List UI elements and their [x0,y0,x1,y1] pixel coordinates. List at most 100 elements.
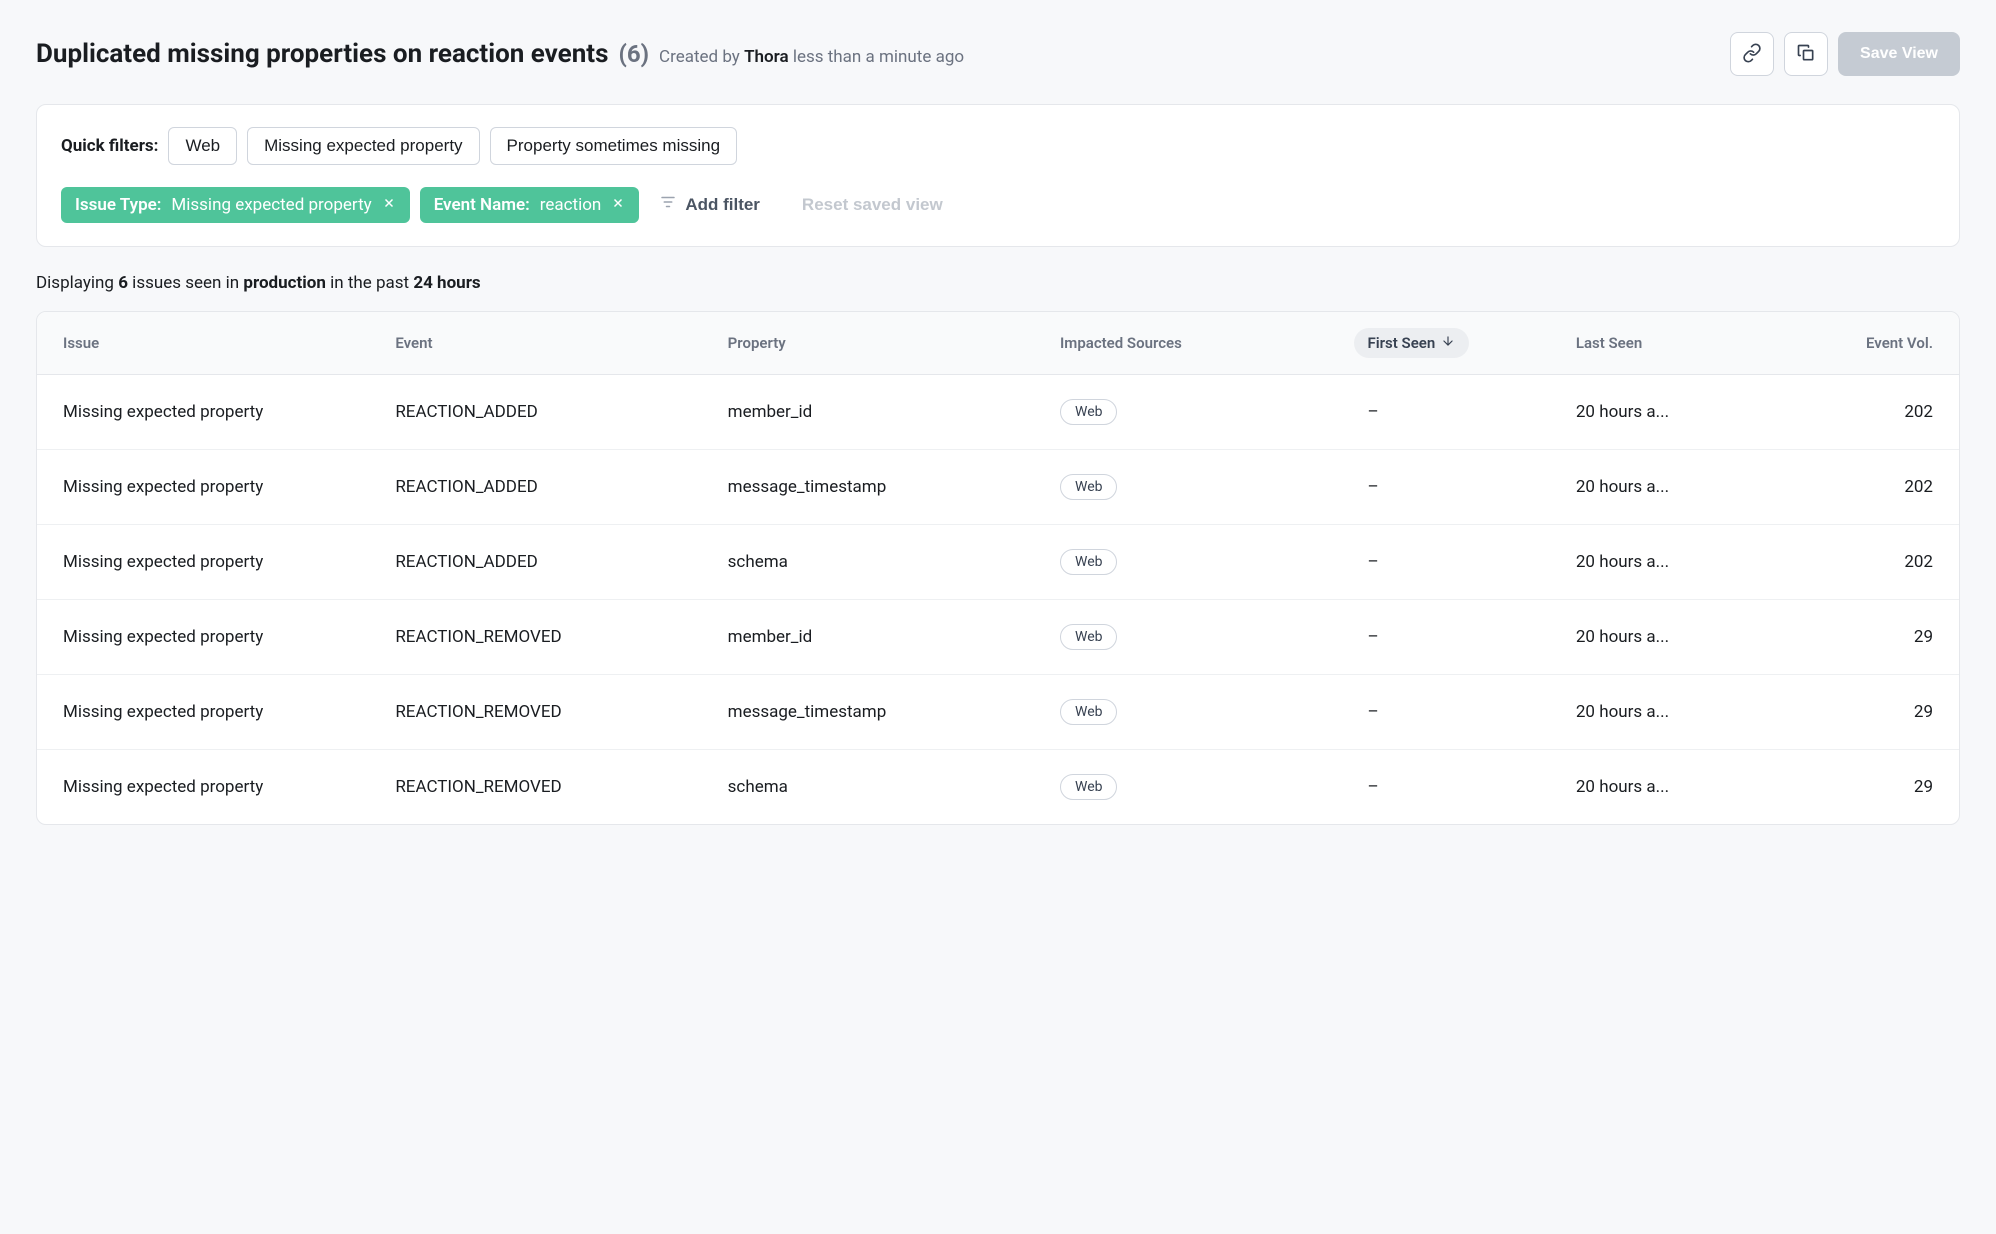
cell-last-seen: 20 hours a... [1576,777,1774,797]
cell-issue: Missing expected property [63,402,385,422]
filters-card: Quick filters: Web Missing expected prop… [36,104,1960,247]
quick-filters-row: Quick filters: Web Missing expected prop… [61,127,1935,165]
col-event[interactable]: Event [395,334,717,352]
cell-vol: 29 [1784,702,1933,722]
copy-icon [1796,43,1816,66]
copy-link-button[interactable] [1730,32,1774,76]
quick-filter-web[interactable]: Web [168,127,237,165]
close-icon [611,195,625,215]
add-filter-label: Add filter [685,195,760,215]
cell-source: Web [1060,474,1358,500]
sort-pill[interactable]: First Seen [1354,328,1470,358]
cell-property: message_timestamp [728,477,1050,497]
summary-env: production [243,273,325,293]
cell-last-seen: 20 hours a... [1576,627,1774,647]
created-prefix: Created by [659,47,744,67]
cell-issue: Missing expected property [63,627,385,647]
cell-last-seen: 20 hours a... [1576,702,1774,722]
duplicate-button[interactable] [1784,32,1828,76]
cell-issue: Missing expected property [63,777,385,797]
cell-vol: 29 [1784,777,1933,797]
chip-value: Missing expected property [171,195,371,215]
source-pill: Web [1060,549,1118,575]
cell-event: REACTION_ADDED [395,402,717,422]
source-pill: Web [1060,774,1118,800]
table-header: Issue Event Property Impacted Sources Fi… [37,312,1959,375]
arrow-down-icon [1441,334,1455,352]
page-header: Duplicated missing properties on reactio… [36,32,1960,76]
cell-source: Web [1060,774,1358,800]
table-row[interactable]: Missing expected property REACTION_REMOVE… [37,600,1959,675]
col-first-seen-label: First Seen [1368,334,1436,352]
reset-saved-view-button[interactable]: Reset saved view [792,187,953,223]
quick-filter-sometimes-missing[interactable]: Property sometimes missing [490,127,738,165]
cell-property: member_id [728,402,1050,422]
chip-value: reaction [540,195,602,215]
cell-first-seen: – [1368,702,1566,722]
author-name: Thora [744,47,789,67]
cell-first-seen: – [1368,552,1566,572]
source-pill: Web [1060,399,1118,425]
table-row[interactable]: Missing expected property REACTION_ADDED m… [37,375,1959,450]
col-issue[interactable]: Issue [63,334,385,352]
save-view-button[interactable]: Save View [1838,32,1960,76]
created-suffix: less than a minute ago [789,47,964,67]
active-filters-row: Issue Type: Missing expected property Ev… [61,185,1935,224]
chip-remove[interactable] [611,195,625,215]
col-impacted-sources[interactable]: Impacted Sources [1060,334,1358,352]
table-row[interactable]: Missing expected property REACTION_REMOVE… [37,675,1959,750]
cell-first-seen: – [1368,402,1566,422]
quick-filter-missing-property[interactable]: Missing expected property [247,127,479,165]
filter-chip-event-name[interactable]: Event Name: reaction [420,187,640,223]
cell-vol: 202 [1784,402,1933,422]
cell-event: REACTION_REMOVED [395,702,717,722]
quick-filters-label: Quick filters: [61,136,158,156]
filter-chip-issue-type[interactable]: Issue Type: Missing expected property [61,187,410,223]
chip-label: Event Name: [434,195,530,215]
cell-source: Web [1060,399,1358,425]
cell-last-seen: 20 hours a... [1576,552,1774,572]
cell-event: REACTION_ADDED [395,477,717,497]
page-title: Duplicated missing properties on reactio… [36,39,608,69]
summary-count: 6 [118,273,128,293]
cell-property: member_id [728,627,1050,647]
link-icon [1742,43,1762,66]
issues-table: Issue Event Property Impacted Sources Fi… [36,311,1960,825]
table-row[interactable]: Missing expected property REACTION_ADDED m… [37,450,1959,525]
cell-source: Web [1060,624,1358,650]
table-row[interactable]: Missing expected property REACTION_ADDED s… [37,525,1959,600]
summary-window: 24 hours [413,273,480,293]
chip-remove[interactable] [382,195,396,215]
cell-event: REACTION_ADDED [395,552,717,572]
source-pill: Web [1060,624,1118,650]
close-icon [382,195,396,215]
cell-last-seen: 20 hours a... [1576,402,1774,422]
cell-source: Web [1060,699,1358,725]
cell-first-seen: – [1368,777,1566,797]
cell-issue: Missing expected property [63,702,385,722]
col-first-seen[interactable]: First Seen [1368,328,1566,358]
table-row[interactable]: Missing expected property REACTION_REMOVE… [37,750,1959,824]
source-pill: Web [1060,699,1118,725]
source-pill: Web [1060,474,1118,500]
cell-last-seen: 20 hours a... [1576,477,1774,497]
cell-property: schema [728,552,1050,572]
cell-issue: Missing expected property [63,477,385,497]
cell-event: REACTION_REMOVED [395,777,717,797]
add-filter-button[interactable]: Add filter [649,185,770,224]
header-actions: Save View [1730,32,1960,76]
cell-vol: 202 [1784,477,1933,497]
filter-icon [659,193,677,216]
chip-label: Issue Type: [75,195,161,215]
cell-first-seen: – [1368,627,1566,647]
col-event-vol[interactable]: Event Vol. [1784,334,1933,352]
cell-property: schema [728,777,1050,797]
page-count: (6) [618,40,649,68]
cell-property: message_timestamp [728,702,1050,722]
cell-issue: Missing expected property [63,552,385,572]
cell-vol: 202 [1784,552,1933,572]
col-property[interactable]: Property [728,334,1050,352]
col-last-seen[interactable]: Last Seen [1576,334,1774,352]
cell-source: Web [1060,549,1358,575]
cell-event: REACTION_REMOVED [395,627,717,647]
